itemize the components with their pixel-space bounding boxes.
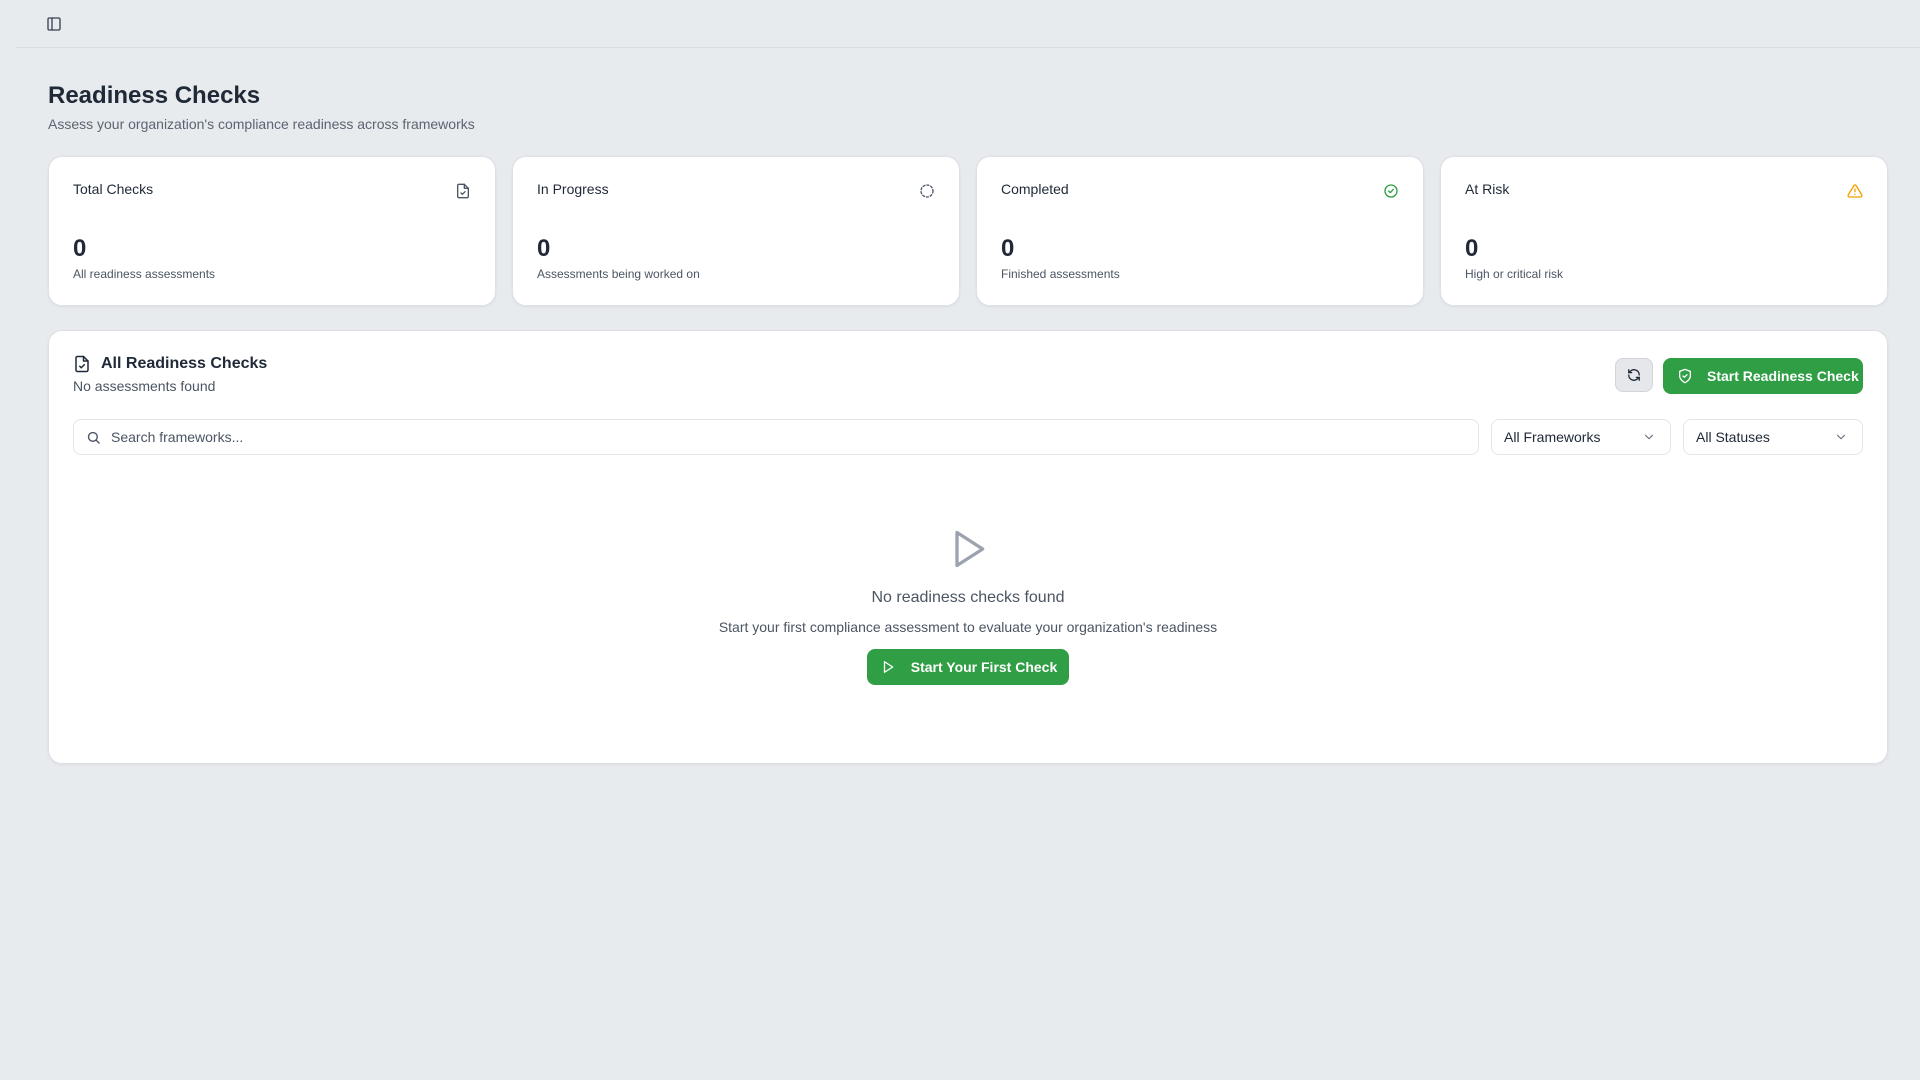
panel-left-icon bbox=[47, 16, 61, 31]
card-title: All Readiness Checks bbox=[101, 355, 268, 372]
stat-value: 0 bbox=[1001, 235, 1015, 262]
status-filter-select[interactable]: All Statuses bbox=[1683, 419, 1863, 455]
search-box[interactable] bbox=[73, 419, 1479, 455]
play-icon bbox=[955, 530, 985, 568]
page-header: Readiness Checks Assess your organizatio… bbox=[48, 82, 475, 132]
status-filter-value: All Statuses bbox=[1696, 429, 1770, 445]
stat-label: At Risk bbox=[1465, 181, 1510, 197]
stat-description: High or critical risk bbox=[1465, 267, 1564, 281]
page-title: Readiness Checks bbox=[48, 82, 261, 109]
empty-state-description: Start your first compliance assessment t… bbox=[718, 619, 1218, 635]
stat-value: 0 bbox=[1465, 235, 1479, 262]
chevron-down-icon bbox=[1644, 434, 1654, 440]
stat-description: Assessments being worked on bbox=[537, 267, 700, 281]
shield-check-icon bbox=[1679, 368, 1691, 384]
stat-card-total-checks: Total Checks 0 All readiness assessments bbox=[48, 156, 496, 306]
empty-state-title: No readiness checks found bbox=[871, 589, 1065, 606]
search-input[interactable] bbox=[111, 429, 1411, 445]
stat-label: In Progress bbox=[537, 181, 609, 197]
start-first-check-label: Start Your First Check bbox=[910, 659, 1058, 675]
check-circle-icon bbox=[1384, 184, 1398, 198]
stat-label: Completed bbox=[1001, 181, 1069, 197]
readiness-checks-card: All Readiness Checks No assessments foun… bbox=[48, 330, 1888, 764]
stat-card-at-risk: At Risk 0 High or critical risk bbox=[1440, 156, 1888, 306]
start-readiness-check-label: Start Readiness Check bbox=[1707, 368, 1859, 384]
framework-filter-select[interactable]: All Frameworks bbox=[1491, 419, 1671, 455]
stat-description: All readiness assessments bbox=[73, 267, 216, 281]
chevron-down-icon bbox=[1836, 434, 1846, 440]
search-icon bbox=[87, 431, 100, 444]
stat-label: Total Checks bbox=[73, 181, 154, 197]
stat-card-completed: Completed 0 Finished assessments bbox=[976, 156, 1424, 306]
stat-description: Finished assessments bbox=[1001, 267, 1120, 281]
alert-triangle-icon bbox=[1847, 184, 1863, 198]
refresh-button[interactable] bbox=[1615, 358, 1653, 392]
stat-value: 0 bbox=[537, 235, 551, 262]
loader-icon bbox=[920, 184, 934, 198]
stat-card-in-progress: In Progress 0 Assessments being worked o… bbox=[512, 156, 960, 306]
start-first-check-button[interactable]: Start Your First Check bbox=[866, 649, 1070, 685]
page-subtitle: Assess your organization's compliance re… bbox=[48, 116, 475, 132]
top-bar bbox=[16, 0, 1920, 48]
sidebar-toggle-button[interactable] bbox=[40, 10, 68, 38]
play-icon bbox=[883, 661, 894, 673]
refresh-icon bbox=[1628, 369, 1640, 381]
empty-state: No readiness checks found Start your fir… bbox=[49, 527, 1887, 685]
card-subtitle: No assessments found bbox=[73, 378, 216, 394]
file-check-icon bbox=[457, 183, 469, 199]
stat-value: 0 bbox=[73, 235, 87, 262]
stats-row: Total Checks 0 All readiness assessments… bbox=[48, 156, 1888, 306]
card-header: All Readiness Checks bbox=[73, 355, 267, 373]
start-readiness-check-button[interactable]: Start Readiness Check bbox=[1663, 358, 1863, 394]
file-check-icon bbox=[75, 355, 89, 373]
framework-filter-value: All Frameworks bbox=[1504, 429, 1601, 445]
